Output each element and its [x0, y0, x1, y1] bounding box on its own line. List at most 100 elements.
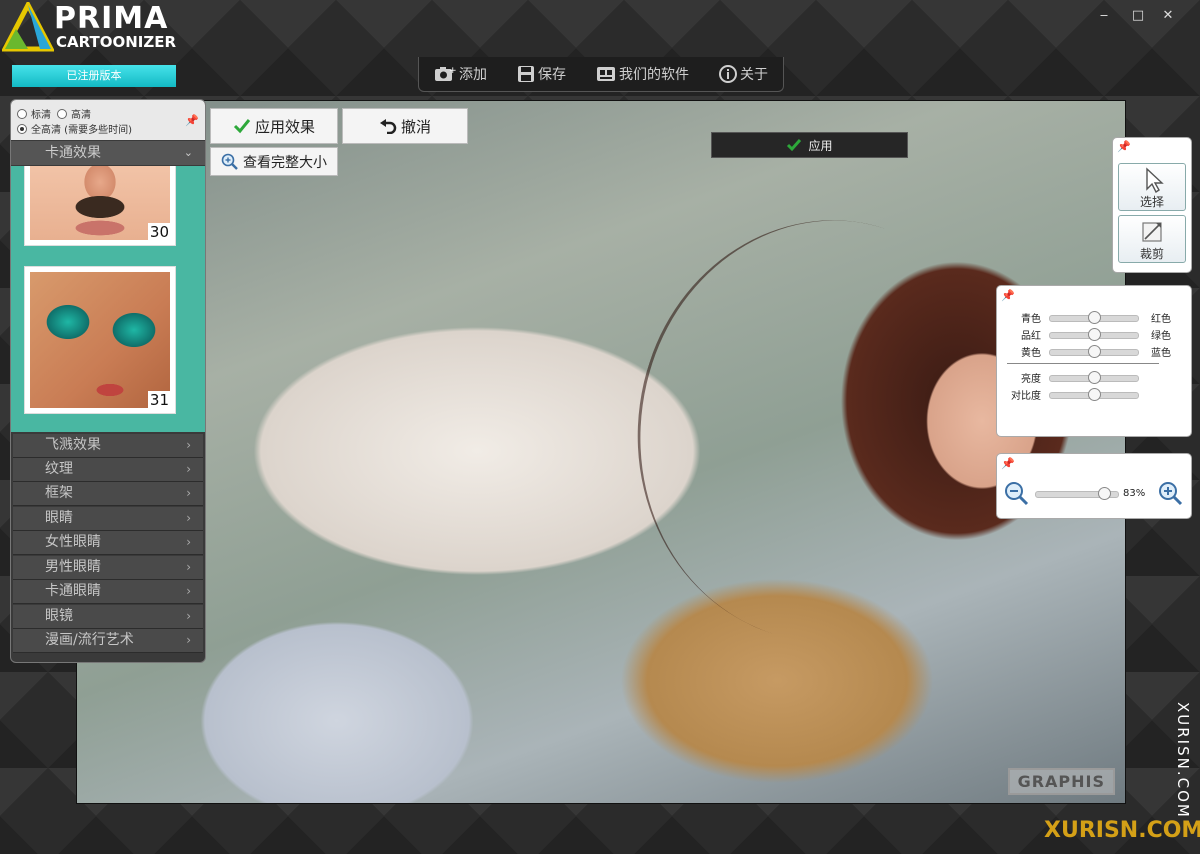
radio-full-hd[interactable] — [17, 123, 27, 134]
save-button[interactable]: 保存 — [517, 64, 566, 84]
category-comic-pop-art[interactable]: 漫画/流行艺术 › — [13, 629, 203, 653]
category-label: 女性眼睛 — [45, 534, 101, 550]
contrast-slider[interactable] — [1049, 388, 1139, 401]
apply-effect-label: 应用效果 — [254, 117, 315, 136]
signature-plate: GRAPHIS — [1007, 768, 1115, 795]
chevron-right-icon: › — [186, 609, 191, 623]
add-label: 添加 — [459, 67, 487, 83]
pin-icon[interactable]: 📌 — [1001, 457, 1015, 470]
app-logo: PRIMA CARTOONIZER — [2, 2, 187, 52]
slider-knob[interactable] — [1098, 487, 1112, 500]
thumbnail-number: 30 — [147, 223, 171, 241]
crop-tool-label: 裁剪 — [1139, 247, 1164, 261]
slider-left-label: 品红 — [1021, 331, 1041, 342]
slider-knob[interactable] — [1088, 388, 1101, 401]
category-glasses[interactable]: 眼镜 › — [13, 605, 203, 629]
about-button[interactable]: 关于 — [719, 64, 768, 84]
radio-hd[interactable] — [57, 108, 67, 119]
yellow-blue-slider-row: 黄色 蓝色 — [997, 344, 1191, 359]
quality-hd-option[interactable]: 高清 — [57, 106, 91, 121]
quality-full-hd-label: 全高清 (需要多些时间) — [31, 125, 132, 136]
svg-text:+: + — [449, 66, 456, 76]
save-disk-icon — [518, 66, 534, 82]
category-label: 眼睛 — [45, 510, 73, 526]
brightness-slider-row: 亮度 — [997, 370, 1191, 385]
apply-label: 应用 — [808, 138, 833, 153]
minimize-button[interactable]: ‒ — [1090, 6, 1118, 26]
brightness-slider[interactable] — [1049, 371, 1139, 384]
undo-button[interactable]: 撤消 — [342, 108, 468, 144]
close-button[interactable]: ✕ — [1154, 6, 1182, 26]
our-software-label: 我们的软件 — [619, 67, 689, 83]
effect-thumbnail-31[interactable]: 31 — [24, 266, 176, 414]
effect-category-title: 卡通效果 — [45, 145, 101, 161]
category-label: 漫画/流行艺术 — [45, 632, 134, 648]
slider-knob[interactable] — [1088, 328, 1101, 341]
view-full-size-button[interactable]: 查看完整大小 — [210, 147, 338, 176]
bottom-watermark: XURISN.COM — [1044, 818, 1200, 843]
quality-options: 标清 高清 全高清 (需要多些时间) 📌 — [11, 100, 205, 140]
apply-button[interactable]: 应用 — [711, 132, 908, 158]
chevron-right-icon: › — [186, 462, 191, 476]
cyan-red-slider[interactable] — [1049, 311, 1139, 324]
slider-knob[interactable] — [1088, 371, 1101, 384]
category-frame[interactable]: 框架 › — [13, 482, 203, 506]
undo-label: 撤消 — [400, 117, 431, 136]
zoom-out-icon[interactable] — [1003, 480, 1029, 506]
effect-thumbnail-30[interactable]: 30 — [24, 166, 176, 246]
quality-standard-option[interactable]: 标清 — [17, 106, 51, 121]
radio-standard[interactable] — [17, 108, 27, 119]
select-tool-button[interactable]: 选择 — [1118, 163, 1186, 211]
maximize-button[interactable]: □ — [1124, 6, 1152, 26]
slider-knob[interactable] — [1088, 345, 1101, 358]
category-cartoon-eyes[interactable]: 卡通眼睛 › — [13, 580, 203, 604]
select-tool-label: 选择 — [1139, 195, 1164, 209]
quality-full-hd-option[interactable]: 全高清 (需要多些时间) — [17, 121, 132, 136]
crop-icon — [1142, 222, 1162, 242]
quality-hd-label: 高清 — [71, 110, 91, 121]
slider-left-label: 亮度 — [1021, 374, 1041, 385]
pin-icon[interactable]: 📌 — [1001, 289, 1015, 302]
chevron-right-icon: › — [186, 535, 191, 549]
our-software-button[interactable]: 我们的软件 — [596, 64, 689, 84]
add-button[interactable]: + 添加 — [434, 64, 487, 84]
color-adjust-panel: 📌 青色 红色 品红 绿色 黄色 蓝色 亮度 对比度 — [996, 285, 1192, 437]
category-eyes[interactable]: 眼睛 › — [13, 507, 203, 531]
effect-thumbnails: 30 31 — [11, 166, 205, 432]
slider-knob[interactable] — [1088, 311, 1101, 324]
logo-title: PRIMA — [54, 1, 169, 36]
image-canvas[interactable]: GRAPHIS — [76, 100, 1126, 804]
zoom-magnifier-icon — [221, 153, 238, 170]
tools-panel: 📌 选择 裁剪 — [1112, 137, 1192, 273]
effect-category-header[interactable]: 卡通效果 ⌄ — [11, 141, 205, 165]
save-label: 保存 — [538, 67, 566, 83]
checkmark-icon — [787, 139, 802, 152]
magenta-green-slider[interactable] — [1049, 328, 1139, 341]
chevron-right-icon: › — [186, 560, 191, 574]
effects-panel: 标清 高清 全高清 (需要多些时间) 📌 卡通效果 ⌄ 30 31 飞溅效果 › … — [10, 99, 206, 663]
category-texture[interactable]: 纹理 › — [13, 458, 203, 482]
category-label: 男性眼睛 — [45, 559, 101, 575]
zoom-slider[interactable] — [1035, 487, 1119, 500]
apply-effect-button[interactable]: 应用效果 — [210, 108, 338, 144]
registered-version-button[interactable]: 已注册版本 — [12, 65, 176, 87]
pin-icon[interactable]: 📌 — [185, 114, 199, 127]
category-female-eyes[interactable]: 女性眼睛 › — [13, 531, 203, 555]
chevron-right-icon: › — [186, 584, 191, 598]
info-icon — [719, 65, 737, 83]
category-splash[interactable]: 飞溅效果 › — [13, 434, 203, 458]
sunglasses-face-image — [30, 272, 170, 408]
vertical-watermark-text: XURISN.COM — [1174, 702, 1192, 819]
chevron-right-icon: › — [186, 486, 191, 500]
checkmark-icon — [233, 119, 251, 134]
yellow-blue-slider[interactable] — [1049, 345, 1139, 358]
pin-icon[interactable]: 📌 — [1117, 140, 1131, 153]
crop-tool-button[interactable]: 裁剪 — [1118, 215, 1186, 263]
main-toolbar: + 添加 保存 我们的软件 关于 — [418, 57, 784, 92]
divider — [1007, 363, 1159, 364]
about-label: 关于 — [740, 67, 768, 83]
cyan-red-slider-row: 青色 红色 — [997, 310, 1191, 325]
category-male-eyes[interactable]: 男性眼睛 › — [13, 556, 203, 580]
zoom-in-icon[interactable] — [1157, 480, 1183, 506]
software-box-icon — [597, 67, 615, 81]
